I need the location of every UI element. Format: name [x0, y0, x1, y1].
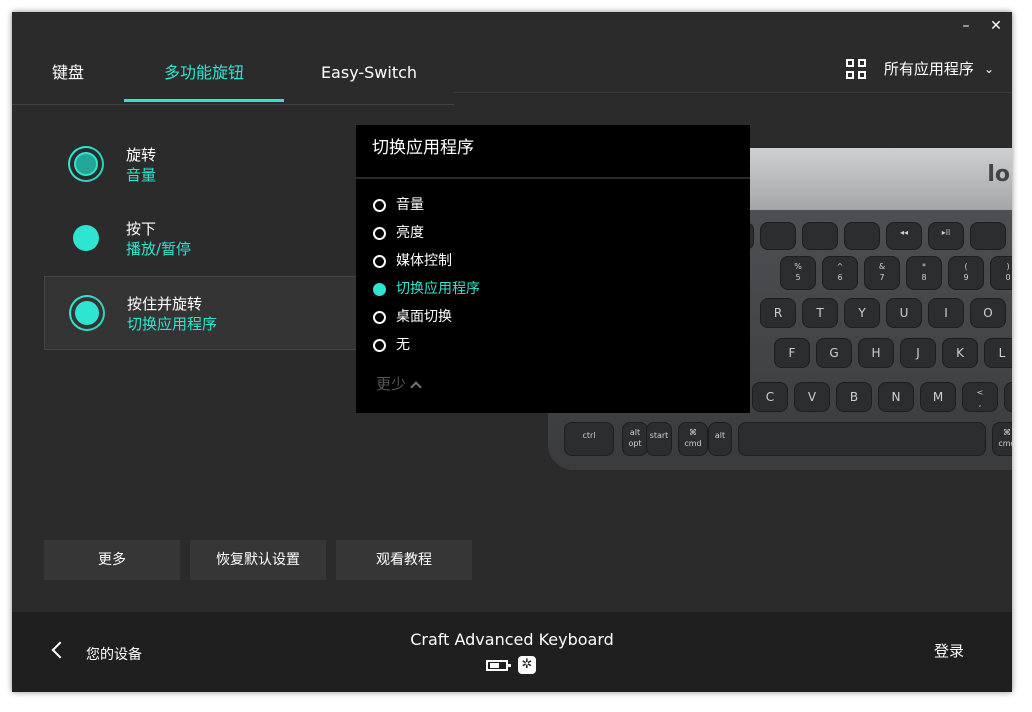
key: T [802, 298, 838, 328]
key: O [970, 298, 1006, 328]
key [760, 222, 796, 250]
radio-selected-icon [373, 283, 386, 296]
action-value: 播放/暂停 [126, 240, 192, 258]
option-media-control[interactable]: 媒体控制 [356, 247, 750, 275]
action-press[interactable]: 按下 播放/暂停 [44, 202, 364, 276]
action-dropdown: 切换应用程序 音量 亮度 媒体控制 切换应用程序 桌面切换 无 更少 [356, 125, 750, 413]
dial-press-rotate-icon [63, 289, 111, 337]
show-less-label: 更少 [376, 375, 407, 393]
option-volume[interactable]: 音量 [356, 191, 750, 219]
key: > . [1004, 382, 1012, 412]
app-selector[interactable]: 所有应用程序 ⌄ [845, 58, 994, 79]
key: ( 9 [948, 256, 984, 290]
key: J [900, 338, 936, 368]
reset-defaults-button[interactable]: 恢复默认设置 [190, 540, 326, 580]
key: start [646, 422, 672, 456]
key: & 7 [864, 256, 900, 290]
tab-dial[interactable]: 多功能旋钮 [124, 42, 284, 104]
key: G [816, 338, 852, 368]
action-value: 切换应用程序 [127, 315, 218, 333]
tab-keyboard[interactable]: 键盘 [30, 42, 106, 104]
option-label: 媒体控制 [396, 253, 452, 269]
key: V [794, 382, 830, 412]
option-label: 桌面切换 [396, 309, 452, 325]
key: < , [962, 382, 998, 412]
key: * 8 [906, 256, 942, 290]
dial-press-icon [68, 220, 104, 256]
dial-rotate-icon [62, 140, 110, 188]
app-window: – ✕ 键盘 多功能旋钮 Easy-Switch 所有应用程序 ⌄ 旋转 音量 … [12, 12, 1012, 692]
tab-bar: 键盘 多功能旋钮 Easy-Switch [12, 42, 454, 104]
watch-tutorial-button[interactable]: 观看教程 [336, 540, 472, 580]
option-switch-app[interactable]: 切换应用程序 [356, 275, 750, 303]
key: Y [844, 298, 880, 328]
key: ⌘ cmd [678, 422, 708, 456]
header-divider [454, 92, 1012, 93]
key: M [920, 382, 956, 412]
key [970, 222, 1006, 250]
key: K [942, 338, 978, 368]
device-name: Craft Advanced Keyboard [410, 630, 614, 649]
option-none[interactable]: 无 [356, 331, 750, 359]
option-label: 切换应用程序 [396, 281, 480, 297]
login-button[interactable]: 登录 [934, 640, 964, 661]
battery-icon [486, 659, 511, 671]
action-title: 按住并旋转 [127, 295, 203, 313]
footer-bar: 您的设备 Craft Advanced Keyboard ✲ 登录 [12, 612, 1012, 692]
key [802, 222, 838, 250]
option-brightness[interactable]: 亮度 [356, 219, 750, 247]
action-press-rotate[interactable]: 按住并旋转 切换应用程序 [44, 276, 364, 350]
key: ▸ll [928, 222, 964, 250]
key: U [886, 298, 922, 328]
radio-icon [373, 199, 386, 212]
spacebar-key [738, 422, 986, 456]
dropdown-options: 音量 亮度 媒体控制 切换应用程序 桌面切换 无 [356, 179, 750, 359]
grid-icon [845, 58, 866, 79]
show-less-button[interactable]: 更少 [376, 373, 422, 394]
radio-icon [373, 255, 386, 268]
key: ) 0 [990, 256, 1012, 290]
tab-divider [12, 104, 454, 105]
key: H [858, 338, 894, 368]
app-selector-label: 所有应用程序 [883, 60, 974, 78]
dropdown-title: 切换应用程序 [356, 125, 750, 179]
key: B [836, 382, 872, 412]
key: ⌘ cmd [992, 422, 1012, 456]
key: ^ 6 [822, 256, 858, 290]
key: % 5 [780, 256, 816, 290]
key: ◂◂ [886, 222, 922, 250]
key: N [878, 382, 914, 412]
action-title: 旋转 [126, 146, 157, 164]
option-desktop-switch[interactable]: 桌面切换 [356, 303, 750, 331]
option-label: 音量 [396, 197, 424, 213]
tab-easy-switch[interactable]: Easy-Switch [298, 42, 440, 104]
radio-icon [373, 339, 386, 352]
key: alt [708, 422, 732, 456]
key: L [984, 338, 1012, 368]
key: C [752, 382, 788, 412]
key: F [774, 338, 810, 368]
key: I [928, 298, 964, 328]
more-button[interactable]: 更多 [44, 540, 180, 580]
chevron-down-icon: ⌄ [983, 61, 994, 76]
window-controls: – ✕ [958, 16, 1004, 36]
option-label: 亮度 [396, 225, 424, 241]
close-button[interactable]: ✕ [988, 16, 1004, 36]
key: ctrl [564, 422, 614, 456]
option-label: 无 [396, 337, 410, 353]
logitech-logo: lo [987, 162, 1010, 187]
radio-icon [373, 311, 386, 324]
radio-icon [373, 227, 386, 240]
key [844, 222, 880, 250]
chevron-up-icon [410, 381, 422, 393]
bluetooth-icon: ✲ [518, 656, 536, 674]
key: R [760, 298, 796, 328]
key: alt opt [622, 422, 648, 456]
action-rotate[interactable]: 旋转 音量 [44, 128, 364, 202]
action-value: 音量 [126, 166, 157, 184]
minimize-button[interactable]: – [958, 16, 974, 36]
device-status: ✲ [486, 656, 536, 674]
action-title: 按下 [126, 220, 157, 238]
